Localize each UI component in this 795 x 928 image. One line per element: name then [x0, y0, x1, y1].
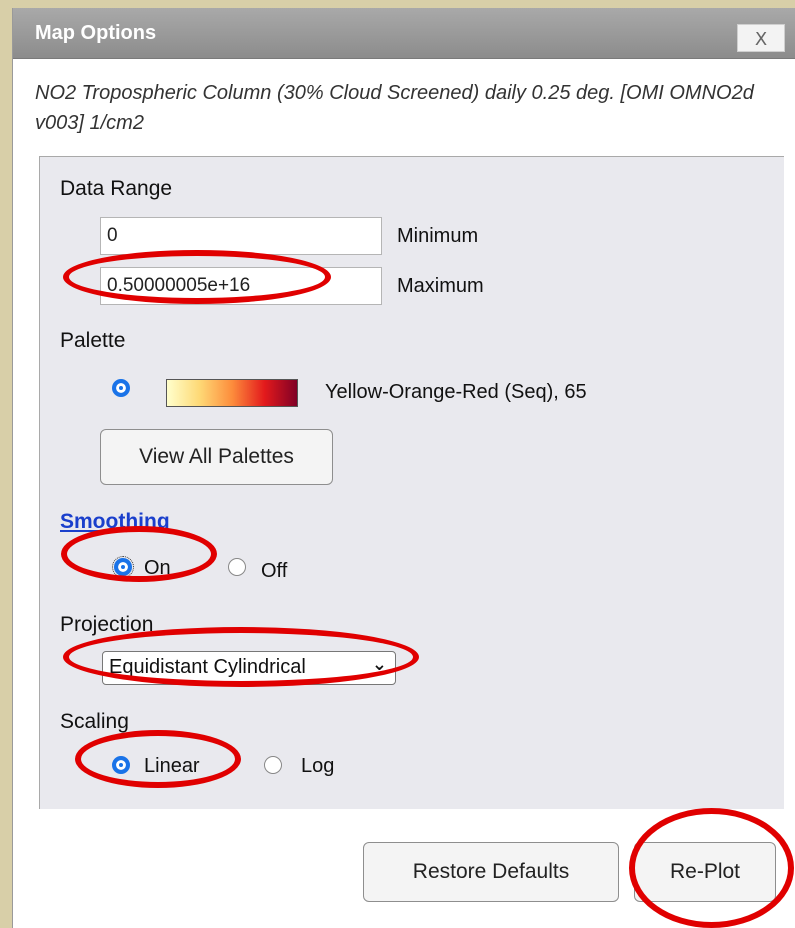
dialog-title: Map Options — [35, 22, 157, 44]
map-options-dialog: Map Options X NO2 Tropospheric Column (3… — [12, 8, 795, 928]
data-range-heading: Data Range — [60, 177, 173, 200]
close-icon: X — [754, 29, 768, 50]
view-all-palettes-button[interactable]: View All Palettes — [100, 429, 333, 485]
dialog-titlebar[interactable]: Map Options X — [13, 8, 795, 59]
minimum-input[interactable] — [100, 217, 382, 255]
highlight-ring-maximum — [63, 250, 331, 304]
highlight-ring-projection — [63, 627, 419, 687]
smoothing-off-label: Off — [261, 560, 288, 582]
scaling-heading: Scaling — [60, 710, 129, 733]
maximum-label: Maximum — [397, 275, 484, 297]
dataset-description: NO2 Tropospheric Column (30% Cloud Scree… — [35, 82, 754, 134]
palette-name: Yellow-Orange-Red (Seq), 65 — [325, 381, 587, 403]
minimum-label: Minimum — [397, 225, 479, 247]
highlight-ring-replot — [629, 808, 794, 928]
highlight-ring-smoothing-on — [61, 526, 217, 582]
background-frame-left — [0, 0, 12, 928]
scaling-log-radio[interactable] — [264, 756, 282, 774]
scaling-log-label: Log — [301, 755, 335, 777]
background-frame-top — [0, 0, 795, 8]
restore-defaults-button[interactable]: Restore Defaults — [363, 842, 619, 902]
palette-radio-selected[interactable] — [112, 379, 130, 397]
palette-heading: Palette — [60, 329, 126, 352]
highlight-ring-scaling-linear — [75, 730, 241, 788]
smoothing-off-radio[interactable] — [228, 558, 246, 576]
close-button[interactable]: X — [737, 24, 785, 52]
palette-swatch-ylorrd[interactable] — [166, 379, 298, 407]
